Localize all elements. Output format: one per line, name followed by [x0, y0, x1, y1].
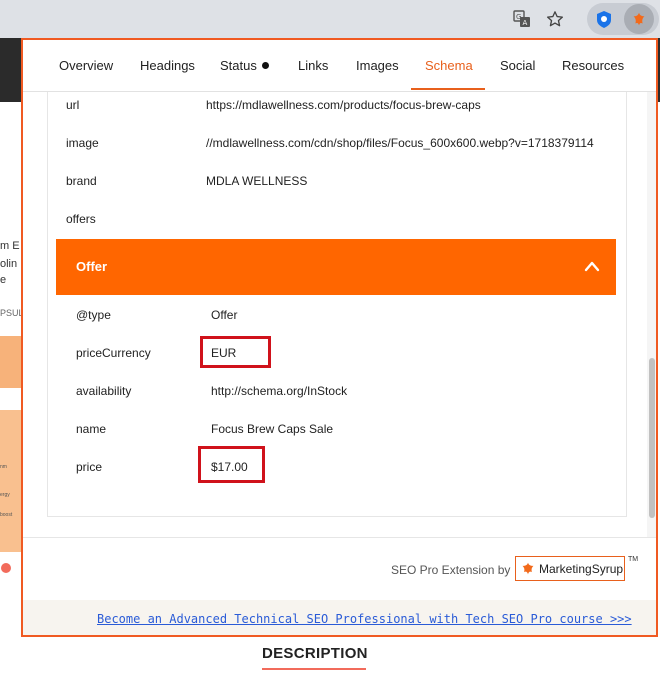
background-text: olin — [0, 258, 18, 270]
highlight-box — [198, 446, 265, 483]
tab-images[interactable]: Images — [356, 58, 399, 73]
schema-value: https://mdlawellness.com/products/focus-… — [206, 98, 481, 112]
offer-key: name — [76, 422, 107, 436]
background-text: boost — [0, 512, 13, 518]
leaf-icon — [522, 562, 534, 574]
schema-panel — [47, 92, 627, 517]
carousel-dot[interactable] — [1, 563, 11, 573]
tab-schema[interactable]: Schema — [425, 58, 473, 73]
schema-value: MDLA WELLNESS — [206, 174, 308, 188]
translate-icon[interactable]: GA — [510, 7, 534, 31]
schema-key: image — [66, 136, 99, 150]
extension-credit: SEO Pro Extension by — [391, 563, 511, 577]
offer-key: availability — [76, 384, 132, 398]
tech-seo-pro-link[interactable]: Become an Advanced Technical SEO Profess… — [97, 612, 632, 626]
background-image-fragment: nm ergy boost — [0, 410, 22, 552]
description-heading[interactable]: DESCRIPTION — [262, 645, 368, 662]
background-text: m E — [0, 240, 20, 252]
offer-key: priceCurrency — [76, 346, 151, 360]
promo-bar: Become an Advanced Technical SEO Profess… — [23, 600, 656, 635]
offer-value: Focus Brew Caps Sale — [211, 422, 334, 436]
tab-status-label: Status — [220, 58, 257, 73]
tab-bar: Overview Headings Status Links Images Sc… — [23, 40, 656, 92]
schema-value: //mdlawellness.com/cdn/shop/files/Focus_… — [206, 136, 594, 150]
seo-pro-popup: Overview Headings Status Links Images Sc… — [21, 38, 658, 637]
trademark-mark: TM — [628, 556, 639, 563]
background-text: nm — [0, 464, 7, 470]
schema-key: url — [66, 98, 80, 112]
marketingsyrup-logo[interactable]: MarketingSyrup — [515, 556, 625, 581]
active-tab-indicator — [411, 88, 485, 90]
background-page-header — [0, 38, 22, 102]
background-text: PSUL — [0, 308, 24, 318]
offer-key: @type — [76, 308, 111, 322]
extension-icon[interactable] — [594, 9, 614, 29]
offer-key: price — [76, 460, 103, 474]
star-icon[interactable] — [543, 7, 567, 31]
schema-key: brand — [66, 174, 97, 188]
description-underline — [262, 668, 366, 670]
status-dot-icon — [261, 62, 269, 69]
background-text: e — [0, 274, 7, 286]
tab-overview[interactable]: Overview — [59, 58, 113, 73]
tab-status[interactable]: Status — [220, 58, 269, 73]
footer-divider — [23, 537, 656, 538]
offer-title: Offer — [76, 259, 108, 274]
highlight-box — [200, 336, 271, 368]
offer-value: Offer — [211, 308, 238, 322]
background-text: ergy — [0, 492, 10, 498]
tab-links[interactable]: Links — [298, 58, 328, 73]
offer-accordion-header[interactable]: Offer — [56, 239, 616, 295]
browser-toolbar: GA — [0, 0, 660, 38]
background-image-fragment — [0, 336, 22, 388]
tab-social[interactable]: Social — [500, 58, 535, 73]
offer-value: http://schema.org/InStock — [211, 384, 348, 398]
chevron-up-icon — [584, 261, 600, 272]
svg-text:A: A — [523, 19, 528, 27]
tab-headings[interactable]: Headings — [140, 58, 195, 73]
scrollbar-thumb[interactable] — [649, 358, 655, 518]
seo-pro-extension-icon[interactable] — [624, 4, 654, 34]
schema-key: offers — [66, 212, 96, 226]
tab-resources[interactable]: Resources — [562, 58, 624, 73]
logo-text: MarketingSyrup — [539, 561, 624, 576]
svg-text:G: G — [516, 13, 521, 21]
